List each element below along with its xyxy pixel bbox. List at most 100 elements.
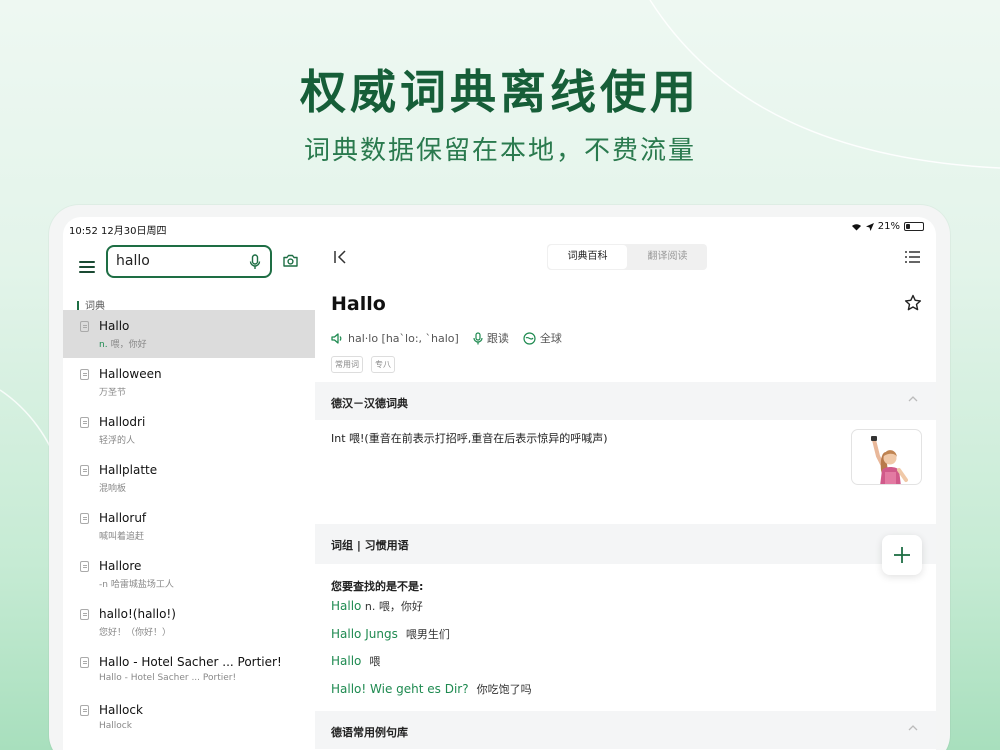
headword: Hallo [331, 293, 386, 315]
detail-pane: 词典百科 翻译阅读 Hallo hal·lo [ha`lo:, `halo] 跟… [315, 239, 936, 750]
globe-icon [523, 331, 536, 345]
chevron-up-icon [908, 725, 918, 731]
suggestion-word: Hallo [331, 654, 362, 668]
suggestion-meaning: 你吃饱了吗 [476, 683, 532, 696]
camera-icon[interactable] [283, 254, 298, 267]
list-item-title: Hallock [99, 703, 143, 717]
did-you-mean-label: 您要查找的是不是: [331, 580, 424, 593]
follow-read-label: 跟读 [486, 332, 509, 345]
phonetic-text: hal·lo [ha`lo:, `halo] [348, 331, 459, 345]
list-item-meaning: 喂，你好 [110, 340, 147, 350]
microphone-icon[interactable] [249, 254, 261, 270]
dictionary-section-title: 德汉－汉德词典 [331, 397, 408, 410]
waving-girl-illustration [871, 436, 908, 484]
list-item-subtitle: 轻浮的人 [99, 436, 136, 446]
status-bar: 10:52 12月30日周四 21% [63, 217, 936, 239]
list-item-subtitle: 您好！（你好！） [99, 628, 172, 638]
definition-text: Int 喂!(重音在前表示打招呼,重音在后表示惊异的呼喊声) [331, 432, 608, 445]
microphone-icon [473, 331, 483, 344]
list-item[interactable]: Halloruf 喊叫着追赶 [63, 502, 315, 550]
location-arrow-icon [865, 222, 874, 231]
list-item-title: Hallore [99, 559, 142, 573]
list-item[interactable]: Halloween 万圣节 [63, 358, 315, 406]
list-item-title: Hallo [99, 319, 130, 333]
examples-section-title: 德语常用例句库 [331, 726, 408, 739]
list-item[interactable]: Hallo - Hotel Sacher ... Portier! Hallo … [63, 646, 315, 694]
add-button[interactable] [882, 535, 922, 575]
tab-translate[interactable]: 翻译阅读 [628, 244, 707, 270]
list-item-title: hallo!(hallo!) [99, 607, 176, 621]
list-item[interactable]: Hallo n. 喂，你好 [63, 310, 315, 358]
sidebar: 词典 Hallo n.喂，你好 Halloween 万圣节 Hallodri 轻… [63, 239, 315, 750]
status-indicators: 21% [851, 221, 924, 232]
global-button[interactable]: 全球 [523, 330, 562, 346]
app-screen: 10:52 12月30日周四 21% hallo 词典 Hallo n. 喂，你… [63, 217, 936, 750]
suggestion-word: Hallo! Wie geht es Dir? [331, 682, 469, 696]
list-item[interactable]: Hallodri 轻浮的人 [63, 406, 315, 454]
part-of-speech: n. [99, 340, 108, 350]
tag-row: 常用词 专八 [331, 356, 395, 373]
pronunciation-row: hal·lo [ha`lo:, `halo] 跟读 全球 [331, 330, 576, 346]
document-icon [80, 369, 89, 380]
list-item-title: Hallplatte [99, 463, 158, 477]
hero-title: 权威词典离线使用 [300, 65, 700, 119]
list-item[interactable]: hallo!(hallo!) 您好！（你好！） [63, 598, 315, 646]
favorite-star-icon[interactable] [904, 294, 922, 312]
list-item-title: Hallo - Hotel Sacher ... Portier! [99, 655, 282, 669]
battery-icon [904, 222, 924, 231]
menu-icon[interactable] [79, 261, 95, 275]
list-item[interactable]: Hallore -n 哈雷城盐场工人 [63, 550, 315, 598]
result-list: Hallo n. 喂，你好 Halloween 万圣节 Hallodri 轻浮的人… [63, 310, 315, 742]
illustration-image[interactable] [851, 429, 922, 485]
tablet-frame: 10:52 12月30日周四 21% hallo 词典 Hallo n. 喂，你… [49, 205, 950, 750]
list-item[interactable]: Hallplatte 混响板 [63, 454, 315, 502]
outline-list-icon[interactable] [905, 251, 920, 263]
document-icon [80, 465, 89, 476]
suggestion-item[interactable]: Hallo n. 喂，你好 [331, 598, 423, 614]
status-time: 10:52 12月30日周四 [69, 226, 167, 237]
suggestion-item[interactable]: Hallo! Wie geht es Dir? 你吃饱了吗 [331, 681, 532, 697]
view-tabs: 词典百科 翻译阅读 [547, 244, 707, 270]
list-item-subtitle: Hallo - Hotel Sacher ... Portier! [99, 673, 237, 683]
list-item-title: Hallodri [99, 415, 146, 429]
document-icon [80, 561, 89, 572]
suggestion-meaning: 喂 [369, 655, 381, 668]
plus-icon [894, 547, 910, 563]
wifi-icon [851, 224, 861, 231]
document-icon [80, 657, 89, 668]
tab-dictionary[interactable]: 词典百科 [548, 245, 627, 269]
dictionary-section-header[interactable]: 德汉－汉德词典 [315, 382, 936, 420]
suggestion-item[interactable]: Hallo Jungs 喂男生们 [331, 626, 450, 642]
tag-badge: 专八 [371, 356, 395, 373]
examples-section-header[interactable]: 德语常用例句库 [315, 711, 936, 749]
chevron-up-icon [908, 396, 918, 402]
document-icon [80, 513, 89, 524]
tag-badge: 常用词 [331, 356, 363, 373]
suggestion-meaning: 喂男生们 [405, 628, 450, 641]
speaker-icon [331, 332, 342, 344]
document-icon [80, 417, 89, 428]
list-item-title: Halloruf [99, 511, 147, 525]
list-item-subtitle: 喊叫着追赶 [99, 532, 145, 542]
hero-subtitle: 词典数据保留在本地，不费流量 [303, 136, 696, 166]
search-input[interactable] [116, 253, 236, 269]
search-box[interactable] [106, 245, 272, 278]
list-item-subtitle: n. 喂，你好 [99, 337, 147, 350]
suggestion-item[interactable]: Hallo 喂 [331, 653, 380, 669]
battery-percent: 21% [877, 221, 900, 232]
phrases-section-title: 词组 | 习惯用语 [331, 539, 409, 552]
list-item-subtitle: 混响板 [99, 484, 127, 494]
suggestion-meaning: n. 喂，你好 [361, 600, 423, 613]
document-icon [80, 705, 89, 716]
suggestion-word: Hallo [331, 599, 362, 613]
follow-read-button[interactable]: 跟读 [473, 330, 509, 346]
phrases-section-header[interactable]: 词组 | 习惯用语 [315, 524, 936, 564]
play-audio-button[interactable]: hal·lo [ha`lo:, `halo] [331, 332, 459, 345]
suggestion-word: Hallo Jungs [331, 627, 398, 641]
global-label: 全球 [539, 332, 562, 345]
list-item-subtitle: -n 哈雷城盐场工人 [99, 580, 174, 590]
collapse-sidebar-icon[interactable] [333, 250, 347, 264]
list-item[interactable]: Hallock Hallock [63, 694, 315, 742]
list-item-subtitle: 万圣节 [99, 388, 127, 398]
list-item-title: Halloween [99, 367, 162, 381]
